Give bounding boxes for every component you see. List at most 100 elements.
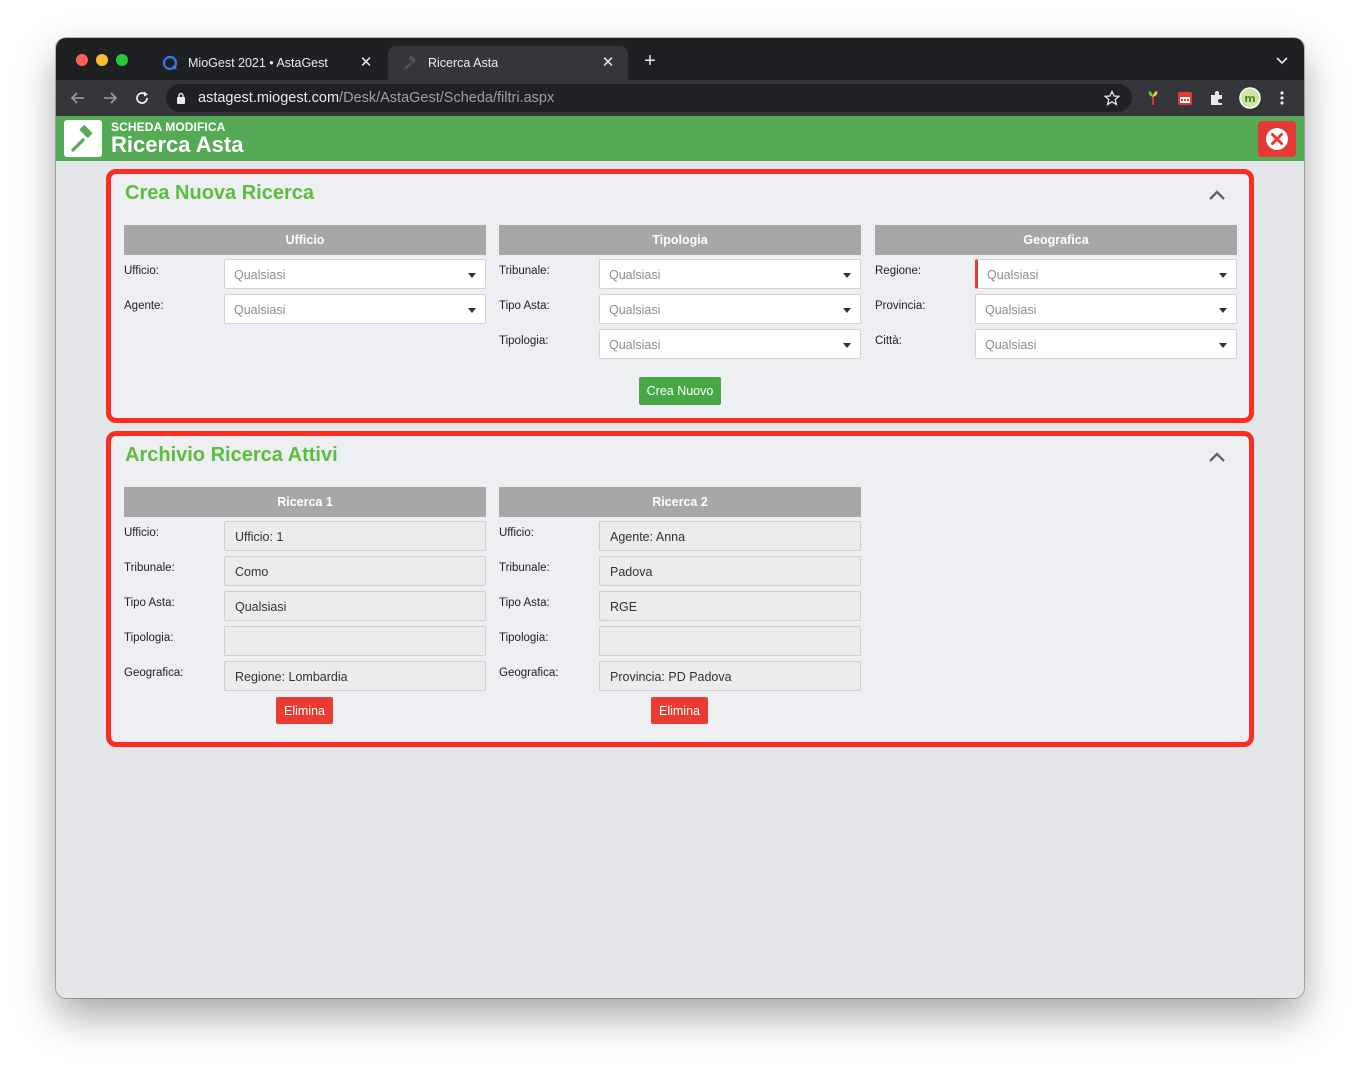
- caret-down-icon: [843, 273, 851, 278]
- filter-row: Regione: Qualsiasi: [875, 255, 1237, 290]
- tab-title: Ricerca Asta: [428, 56, 499, 70]
- forward-arrow-icon[interactable]: [100, 88, 120, 108]
- ufficio-label: Ufficio:: [499, 527, 534, 539]
- geografica-label: Geografica:: [499, 667, 559, 679]
- saved-search-1: Ricerca 1 Ufficio: Ufficio: 1 Tribunale:…: [124, 487, 486, 727]
- caret-down-icon: [468, 273, 476, 278]
- geografica-label: Geografica:: [124, 667, 184, 679]
- tribunale-select[interactable]: Qualsiasi: [599, 259, 861, 289]
- column-heading: Ricerca 1: [124, 487, 486, 517]
- caret-down-icon: [468, 308, 476, 313]
- filter-row: Ufficio: Qualsiasi: [124, 255, 486, 290]
- close-page-button[interactable]: [1258, 121, 1296, 157]
- caret-down-icon: [843, 343, 851, 348]
- tipologia-column: Tipologia Tribunale: Qualsiasi Tipo Asta…: [499, 225, 861, 360]
- ufficio-label: Ufficio:: [124, 265, 159, 277]
- bookmark-star-icon[interactable]: [1103, 89, 1121, 106]
- caret-down-icon: [843, 308, 851, 313]
- action-row: Elimina: [124, 692, 486, 727]
- tribunale-field: Padova: [599, 556, 861, 586]
- ufficio-field: Agente: Anna: [599, 521, 861, 551]
- geografica-column: Geografica Regione: Qualsiasi Provincia:…: [875, 225, 1237, 360]
- column-heading: Ricerca 2: [499, 487, 861, 517]
- provincia-label: Provincia:: [875, 300, 926, 312]
- crea-nuovo-button[interactable]: Crea Nuovo: [639, 377, 721, 405]
- close-icon[interactable]: ✕: [358, 55, 374, 71]
- citta-label: Città:: [875, 335, 902, 347]
- regione-select[interactable]: Qualsiasi: [975, 259, 1237, 289]
- caret-down-icon: [1219, 308, 1227, 313]
- chevron-up-icon[interactable]: [1207, 450, 1227, 464]
- minimize-window-button[interactable]: [96, 54, 108, 66]
- app-header: SCHEDA MODIFICA Ricerca Asta: [56, 116, 1304, 161]
- geografica-field: Regione: Lombardia: [224, 661, 486, 691]
- regione-label: Regione:: [875, 265, 922, 277]
- tribunale-label: Tribunale:: [499, 562, 550, 574]
- tab-miogest[interactable]: MioGest 2021 • AstaGest ✕: [148, 46, 386, 80]
- tribunale-label: Tribunale:: [124, 562, 175, 574]
- elimina-button[interactable]: Elimina: [651, 697, 708, 724]
- saved-row: Geografica: Provincia: PD Padova: [499, 657, 861, 692]
- extensions-puzzle-icon[interactable]: [1208, 89, 1226, 107]
- saved-row: Tipologia:: [124, 622, 486, 657]
- saved-row: Tipo Asta: RGE: [499, 587, 861, 622]
- saved-row: Tribunale: Como: [124, 552, 486, 587]
- caret-down-icon: [1219, 273, 1227, 278]
- provincia-select[interactable]: Qualsiasi: [975, 294, 1237, 324]
- chevron-down-icon[interactable]: [1274, 52, 1290, 68]
- saved-search-2: Ricerca 2 Ufficio: Agente: Anna Tribunal…: [499, 487, 861, 727]
- tipologia-label: Tipologia:: [124, 632, 174, 644]
- filter-row: Tipologia: Qualsiasi: [499, 325, 861, 360]
- action-row: Elimina: [499, 692, 861, 727]
- profile-avatar-icon[interactable]: m: [1239, 87, 1261, 109]
- gavel-favicon-icon: [402, 55, 418, 71]
- elimina-button[interactable]: Elimina: [276, 697, 333, 724]
- reload-icon[interactable]: [132, 88, 152, 108]
- saved-row: Geografica: Regione: Lombardia: [124, 657, 486, 692]
- column-heading: Geografica: [875, 225, 1237, 255]
- tribunale-field: Como: [224, 556, 486, 586]
- extension-calendar-icon[interactable]: [1176, 89, 1194, 107]
- saved-row: Ufficio: Ufficio: 1: [124, 517, 486, 552]
- tipo-asta-field: RGE: [599, 591, 861, 621]
- new-tab-icon[interactable]: +: [640, 51, 660, 71]
- more-menu-icon[interactable]: [1273, 89, 1291, 107]
- tipo-asta-field: Qualsiasi: [224, 591, 486, 621]
- close-icon[interactable]: ✕: [600, 55, 616, 71]
- tipo-asta-label: Tipo Asta:: [499, 300, 550, 312]
- agente-select[interactable]: Qualsiasi: [224, 294, 486, 324]
- tipologia-label: Tipologia:: [499, 632, 549, 644]
- agente-label: Agente:: [124, 300, 164, 312]
- ufficio-select[interactable]: Qualsiasi: [224, 259, 486, 289]
- zoom-window-button[interactable]: [116, 54, 128, 66]
- ufficio-column: Ufficio Ufficio: Qualsiasi Agente: Quals…: [124, 225, 486, 325]
- tipologia-select[interactable]: Qualsiasi: [599, 329, 861, 359]
- saved-row: Tribunale: Padova: [499, 552, 861, 587]
- gavel-icon: [64, 120, 102, 157]
- saved-row: Tipo Asta: Qualsiasi: [124, 587, 486, 622]
- filter-row: Tribunale: Qualsiasi: [499, 255, 861, 290]
- address-bar[interactable]: astagest.miogest.com/Desk/AstaGest/Sched…: [166, 84, 1132, 112]
- filter-row: Città: Qualsiasi: [875, 325, 1237, 360]
- browser-window: MioGest 2021 • AstaGest ✕ Ricerca Asta ✕…: [56, 38, 1304, 998]
- tipologia-field: [224, 626, 486, 656]
- tab-ricerca-asta[interactable]: Ricerca Asta ✕: [388, 46, 628, 80]
- back-arrow-icon[interactable]: [68, 88, 88, 108]
- close-circle-icon: [1266, 128, 1288, 150]
- tipo-asta-select[interactable]: Qualsiasi: [599, 294, 861, 324]
- tribunale-label: Tribunale:: [499, 265, 550, 277]
- chevron-up-icon[interactable]: [1207, 188, 1227, 202]
- browser-toolbar: astagest.miogest.com/Desk/AstaGest/Sched…: [56, 80, 1304, 116]
- close-window-button[interactable]: [76, 54, 88, 66]
- extension-leaf-icon[interactable]: [1144, 89, 1162, 107]
- ufficio-label: Ufficio:: [124, 527, 159, 539]
- column-heading: Tipologia: [499, 225, 861, 255]
- column-heading: Ufficio: [124, 225, 486, 255]
- caret-down-icon: [1219, 343, 1227, 348]
- panel-title: Crea Nuova Ricerca: [125, 182, 314, 204]
- panel-title: Archivio Ricerca Attivi: [125, 444, 338, 466]
- tab-bar: MioGest 2021 • AstaGest ✕ Ricerca Asta ✕…: [56, 38, 1304, 80]
- new-search-panel: Crea Nuova Ricerca Ufficio Ufficio: Qual…: [106, 169, 1254, 423]
- tipologia-field: [599, 626, 861, 656]
- citta-select[interactable]: Qualsiasi: [975, 329, 1237, 359]
